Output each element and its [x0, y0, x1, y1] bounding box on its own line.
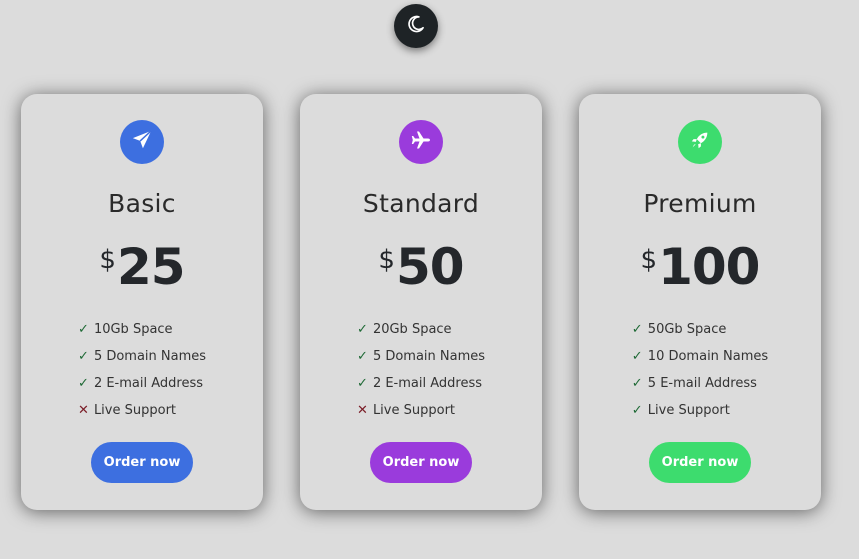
- price-amount: 100: [658, 238, 760, 296]
- feature-text: 2 E-mail Address: [93, 376, 204, 391]
- currency-symbol: $: [378, 245, 395, 275]
- check-icon: ✓: [77, 349, 89, 364]
- feature-item: ✓ Live Support: [632, 401, 768, 428]
- feature-list-wrap: ✓ 50Gb Space ✓ 10 Domain Names ✓ 5 E-mail Add…: [579, 320, 821, 428]
- feature-text: 5 Domain Names: [93, 349, 207, 364]
- plan-name: Standard: [362, 189, 480, 218]
- price-amount: 50: [395, 238, 465, 296]
- feature-item: ✓ 5 E-mail Address: [632, 374, 768, 401]
- order-now-button[interactable]: Order now: [370, 442, 472, 483]
- plan-price: $25: [21, 242, 263, 292]
- feature-item: ✓ 2 E-mail Address: [78, 374, 206, 401]
- feature-text: Live Support: [93, 403, 177, 418]
- check-icon: ✓: [356, 349, 368, 364]
- feature-item: ✓ 5 Domain Names: [357, 347, 485, 374]
- paper-plane-icon: [131, 129, 153, 155]
- check-icon: ✓: [77, 376, 89, 391]
- rocket-icon: [689, 129, 711, 155]
- check-icon: ✓: [631, 349, 643, 364]
- pricing-card-basic: Basic $25 ✓ 10Gb Space ✓ 5 Domain Names ✓ 2 E…: [21, 94, 263, 510]
- currency-symbol: $: [99, 245, 116, 275]
- feature-text: Live Support: [647, 403, 730, 418]
- feature-list-wrap: ✓ 20Gb Space ✓ 5 Domain Names ✓ 2 E-mail Addr…: [300, 320, 542, 428]
- feature-list: ✓ 20Gb Space ✓ 5 Domain Names ✓ 2 E-mail Addr…: [357, 320, 485, 428]
- feature-list: ✓ 50Gb Space ✓ 10 Domain Names ✓ 5 E-mail Add…: [632, 320, 768, 428]
- plan-icon-badge: [120, 120, 164, 164]
- theme-toggle-button[interactable]: [394, 4, 438, 48]
- feature-item: ✓ 2 E-mail Address: [357, 374, 485, 401]
- feature-list-wrap: ✓ 10Gb Space ✓ 5 Domain Names ✓ 2 E-mail Addr…: [21, 320, 263, 428]
- cross-icon: ✕: [356, 403, 368, 418]
- currency-symbol: $: [640, 245, 658, 275]
- moon-icon: [406, 14, 426, 38]
- feature-text: 10 Domain Names: [647, 349, 769, 364]
- feature-text: 50Gb Space: [647, 322, 727, 337]
- feature-text: 5 E-mail Address: [647, 376, 757, 391]
- check-icon: ✓: [356, 322, 368, 337]
- plan-price: $100: [579, 242, 821, 292]
- feature-text: 5 Domain Names: [372, 349, 486, 364]
- price-amount: 25: [116, 238, 186, 296]
- feature-item: ✕ Live Support: [78, 401, 206, 428]
- feature-item: ✓ 50Gb Space: [632, 320, 768, 347]
- feature-text: 2 E-mail Address: [372, 376, 483, 391]
- plan-icon-badge: [399, 120, 443, 164]
- feature-text: 20Gb Space: [372, 322, 452, 337]
- check-icon: ✓: [356, 376, 368, 391]
- plan-name: Premium: [643, 189, 757, 218]
- plan-price: $50: [300, 242, 542, 292]
- feature-text: 10Gb Space: [93, 322, 173, 337]
- feature-item: ✓ 10 Domain Names: [632, 347, 768, 374]
- check-icon: ✓: [631, 403, 643, 418]
- plan-icon-badge: [678, 120, 722, 164]
- feature-text: Live Support: [372, 403, 456, 418]
- check-icon: ✓: [631, 322, 643, 337]
- check-icon: ✓: [77, 322, 89, 337]
- feature-item: ✓ 10Gb Space: [78, 320, 206, 347]
- airplane-icon: [409, 128, 433, 156]
- plan-name: Basic: [108, 189, 176, 218]
- order-now-button[interactable]: Order now: [649, 442, 751, 483]
- feature-item: ✓ 20Gb Space: [357, 320, 485, 347]
- feature-list: ✓ 10Gb Space ✓ 5 Domain Names ✓ 2 E-mail Addr…: [78, 320, 206, 428]
- check-icon: ✓: [631, 376, 643, 391]
- pricing-card-premium: Premium $100 ✓ 50Gb Space ✓ 10 Domain Names…: [579, 94, 821, 510]
- feature-item: ✓ 5 Domain Names: [78, 347, 206, 374]
- pricing-card-standard: Standard $50 ✓ 20Gb Space ✓ 5 Domain Names ✓…: [300, 94, 542, 510]
- cross-icon: ✕: [77, 403, 89, 418]
- feature-item: ✕ Live Support: [357, 401, 485, 428]
- order-now-button[interactable]: Order now: [91, 442, 193, 483]
